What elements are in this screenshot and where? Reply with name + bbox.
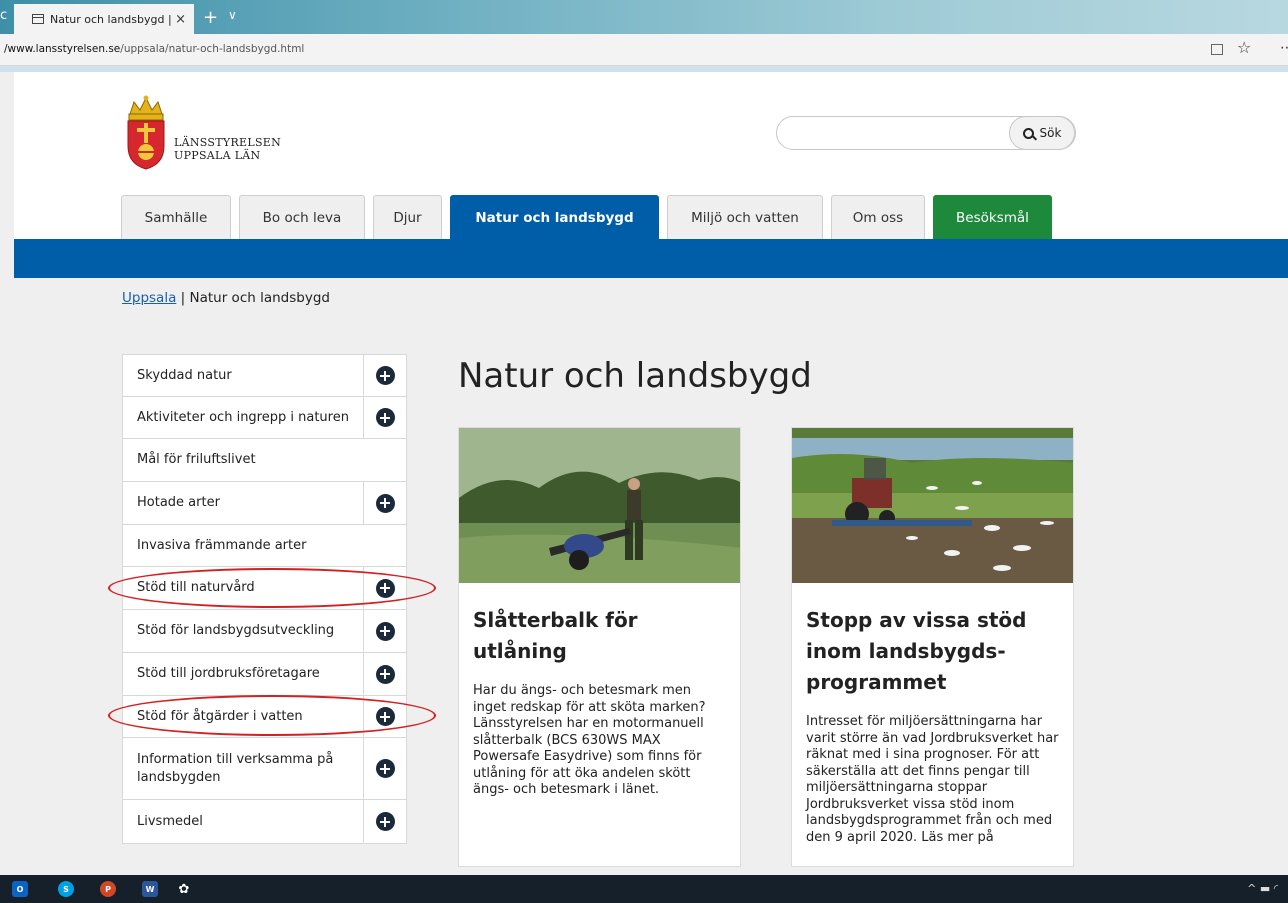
expand-button[interactable] <box>363 610 406 652</box>
tab-bo-och-leva[interactable]: Bo och leva <box>239 195 365 239</box>
url-field[interactable]: /www.lansstyrelsen.se/uppsala/natur-och-… <box>4 43 304 55</box>
search-icon <box>1022 127 1034 139</box>
expand-button[interactable] <box>363 567 406 609</box>
breadcrumb: Uppsala | Natur och landsbygd <box>122 290 330 306</box>
plus-icon <box>375 812 395 831</box>
sidebar-item-label[interactable]: Stöd till naturvård <box>123 567 363 609</box>
breadcrumb-current: Natur och landsbygd <box>189 290 330 306</box>
sidebar-item-stod-till-naturvard[interactable]: Stöd till naturvård <box>123 567 406 610</box>
sidebar-item-skyddad-natur[interactable]: Skyddad natur <box>123 355 406 397</box>
plus-icon <box>375 578 395 598</box>
plus-icon <box>375 408 395 427</box>
sidebar-item-label[interactable]: Aktiviteter och ingrepp i naturen <box>123 397 363 438</box>
card-text: Intresset för miljöersättningarna har va… <box>806 714 1059 845</box>
sidebar-item-label[interactable]: Stöd till jordbruksföretagare <box>123 653 363 695</box>
sidebar-item-label[interactable]: Livsmedel <box>123 800 363 843</box>
tab-miljo-och-vatten[interactable]: Miljö och vatten <box>667 195 823 239</box>
url-host: /www.lansstyrelsen.se <box>4 43 121 55</box>
sidebar-item-label[interactable]: Skyddad natur <box>123 355 363 396</box>
address-bar[interactable]: /www.lansstyrelsen.se/uppsala/natur-och-… <box>0 34 1288 66</box>
expand-button[interactable] <box>363 653 406 695</box>
plus-icon <box>375 366 395 385</box>
news-card[interactable]: Slåtterbalk för utlåning Har du ängs- oc… <box>458 427 741 867</box>
sidebar-item-hotade-arter[interactable]: Hotade arter <box>123 482 406 525</box>
tractor-photo-image[interactable] <box>792 428 1074 583</box>
expand-button[interactable] <box>363 397 406 438</box>
sidebar-item-label[interactable]: Information till verksamma på landsbygde… <box>123 738 363 799</box>
news-card[interactable]: Stopp av vissa stöd inom landsbygds-prog… <box>791 427 1074 867</box>
tab-besoksmal[interactable]: Besöksmål <box>933 195 1052 239</box>
favorite-star-icon[interactable]: ☆ <box>1237 38 1251 57</box>
plus-icon <box>375 707 395 726</box>
crown-shield-logo-icon[interactable] <box>120 94 172 170</box>
breadcrumb-separator: | <box>176 290 190 306</box>
search-button[interactable]: Sök <box>1009 116 1075 150</box>
sidebar-item-invasiva-arter[interactable]: Invasiva främmande arter <box>123 525 406 567</box>
reading-view-icon[interactable] <box>1211 44 1223 55</box>
organization-name[interactable]: LÄNSSTYRELSEN UPPSALA LÄN <box>174 136 281 162</box>
breadcrumb-home-link[interactable]: Uppsala <box>122 290 176 306</box>
browser-tab-bar: c Natur och landsbygd | L × + ∨ <box>0 0 1288 34</box>
main-navigation: Samhälle Bo och leva Djur Natur och land… <box>0 195 1288 239</box>
sidebar-item-stod-for-landsbygdsutveckling[interactable]: Stöd för landsbygdsutveckling <box>123 610 406 653</box>
browser-tab[interactable]: Natur och landsbygd | L × <box>14 4 194 34</box>
expand-button[interactable] <box>363 738 406 799</box>
expand-button[interactable] <box>363 355 406 396</box>
plus-icon <box>375 664 395 684</box>
tab-djur[interactable]: Djur <box>373 195 442 239</box>
sidebar-item-label[interactable]: Stöd för landsbygdsutveckling <box>123 610 363 652</box>
skype-icon[interactable]: S <box>58 881 74 897</box>
more-icon[interactable]: ⋯ <box>1280 40 1288 56</box>
powerpoint-icon[interactable]: P <box>100 881 116 897</box>
plus-icon <box>375 493 395 513</box>
expand-button[interactable] <box>363 696 406 737</box>
plus-icon <box>375 759 395 778</box>
sidebar-item-label[interactable]: Hotade arter <box>123 482 363 524</box>
sidebar-menu: Skyddad natur Aktiviteter och ingrepp i … <box>122 354 407 844</box>
expand-button[interactable] <box>363 482 406 524</box>
tab-natur-och-landsbygd[interactable]: Natur och landsbygd <box>450 195 659 239</box>
card-title[interactable]: Slåtterbalk för utlåning <box>473 605 726 667</box>
card-text: Har du ängs- och betesmark men inget red… <box>473 683 706 797</box>
card-title[interactable]: Stopp av vissa stöd inom landsbygds-prog… <box>806 605 1059 698</box>
expand-button[interactable] <box>363 800 406 843</box>
settings-icon[interactable]: ✿ <box>176 881 192 897</box>
outlook-icon[interactable]: O <box>12 881 28 897</box>
page-title: Natur och landsbygd <box>458 356 812 396</box>
previous-tab-edge[interactable]: c <box>0 8 14 28</box>
navigation-bar <box>14 239 1288 278</box>
sidebar-item-livsmedel[interactable]: Livsmedel <box>123 800 406 843</box>
mower-photo-image[interactable] <box>459 428 741 583</box>
sidebar-item-label[interactable]: Stöd för åtgärder i vatten <box>123 696 363 737</box>
new-tab-icon[interactable]: + <box>203 7 218 28</box>
search-button-label: Sök <box>1039 126 1062 140</box>
logo-line-1: LÄNSSTYRELSEN <box>174 136 282 149</box>
sidebar-item-mal-for-friluftslivet[interactable]: Mål för friluftslivet <box>123 439 406 482</box>
sidebar-item-stod-till-jordbruksforetagare[interactable]: Stöd till jordbruksföretagare <box>123 653 406 696</box>
logo-line-2: UPPSALA LÄN <box>174 149 261 162</box>
tab-om-oss[interactable]: Om oss <box>831 195 925 239</box>
tab-title: Natur och landsbygd | L <box>50 12 176 26</box>
plus-icon <box>375 621 395 641</box>
url-path: /uppsala/natur-och-landsbygd.html <box>120 43 305 55</box>
sidebar-item-information-till-verksamma[interactable]: Information till verksamma på landsbygde… <box>123 738 406 800</box>
windows-taskbar: O S P W ✿ ^ ▬ ◜ <box>0 875 1288 903</box>
system-tray[interactable]: ^ ▬ ◜ <box>1247 882 1278 895</box>
sidebar-item-label[interactable]: Mål för friluftslivet <box>123 439 406 481</box>
tab-samhalle[interactable]: Samhälle <box>121 195 231 239</box>
sidebar-item-aktiviteter[interactable]: Aktiviteter och ingrepp i naturen <box>123 397 406 439</box>
sidebar-item-label[interactable]: Invasiva främmande arter <box>123 525 406 566</box>
close-tab-icon[interactable]: × <box>175 12 186 27</box>
search-input[interactable]: Sök <box>776 116 1076 150</box>
page-icon <box>32 14 44 24</box>
tab-list-chevron-icon[interactable]: ∨ <box>228 8 237 22</box>
word-icon[interactable]: W <box>142 881 158 897</box>
sidebar-item-stod-for-atgarder-i-vatten[interactable]: Stöd för åtgärder i vatten <box>123 696 406 738</box>
